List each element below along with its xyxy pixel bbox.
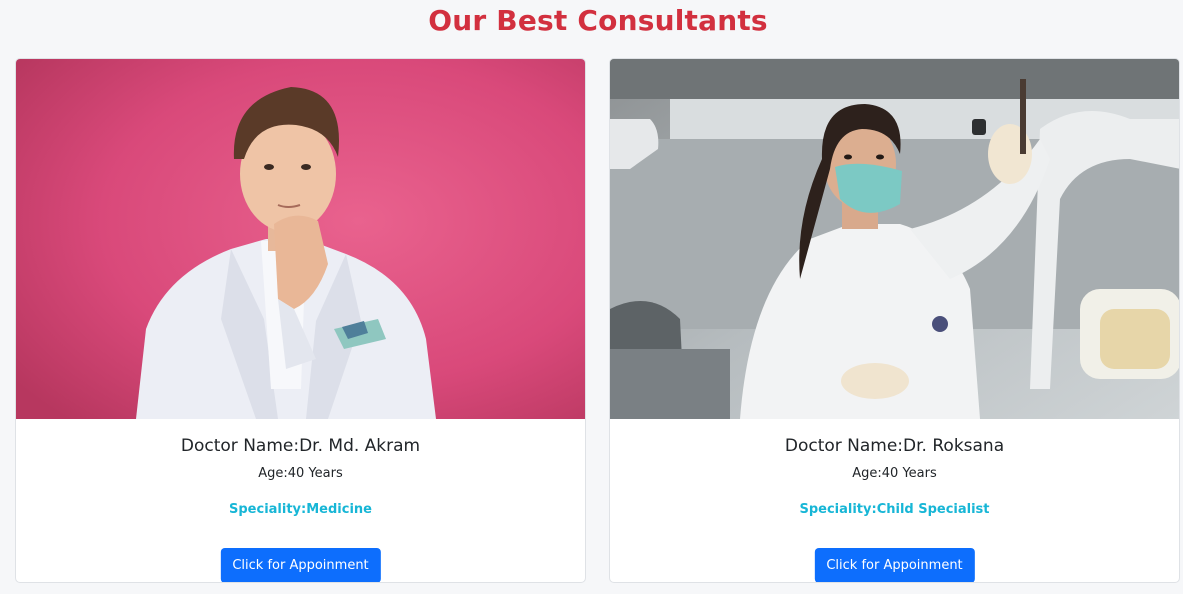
doctor-speciality: Speciality:Child Specialist: [799, 502, 990, 517]
consultants-page: Our Best Consultants Doctor Name:Dr. Md.…: [0, 0, 1183, 594]
doctor-name: Doctor Name:Dr. Md. Akram: [180, 436, 421, 456]
doctor-speciality: Speciality:Medicine: [229, 502, 372, 517]
doctor-age: Age:40 Years: [852, 466, 937, 481]
doctor-card: Doctor Name:Dr. Md. Akram Age:40 Years S…: [15, 58, 586, 583]
appointment-button[interactable]: Click for Appoinment: [220, 548, 381, 582]
doctor-photo: [16, 59, 585, 419]
doctor-photo: [610, 59, 1179, 419]
appointment-button[interactable]: Click for Appoinment: [814, 548, 975, 582]
doctor-age: Age:40 Years: [258, 466, 343, 481]
doctor-name: Doctor Name:Dr. Roksana: [784, 436, 1005, 456]
section-title: Our Best Consultants: [428, 4, 768, 37]
doctor-card: Doctor Name:Dr. Roksana Age:40 Years Spe…: [609, 58, 1180, 583]
